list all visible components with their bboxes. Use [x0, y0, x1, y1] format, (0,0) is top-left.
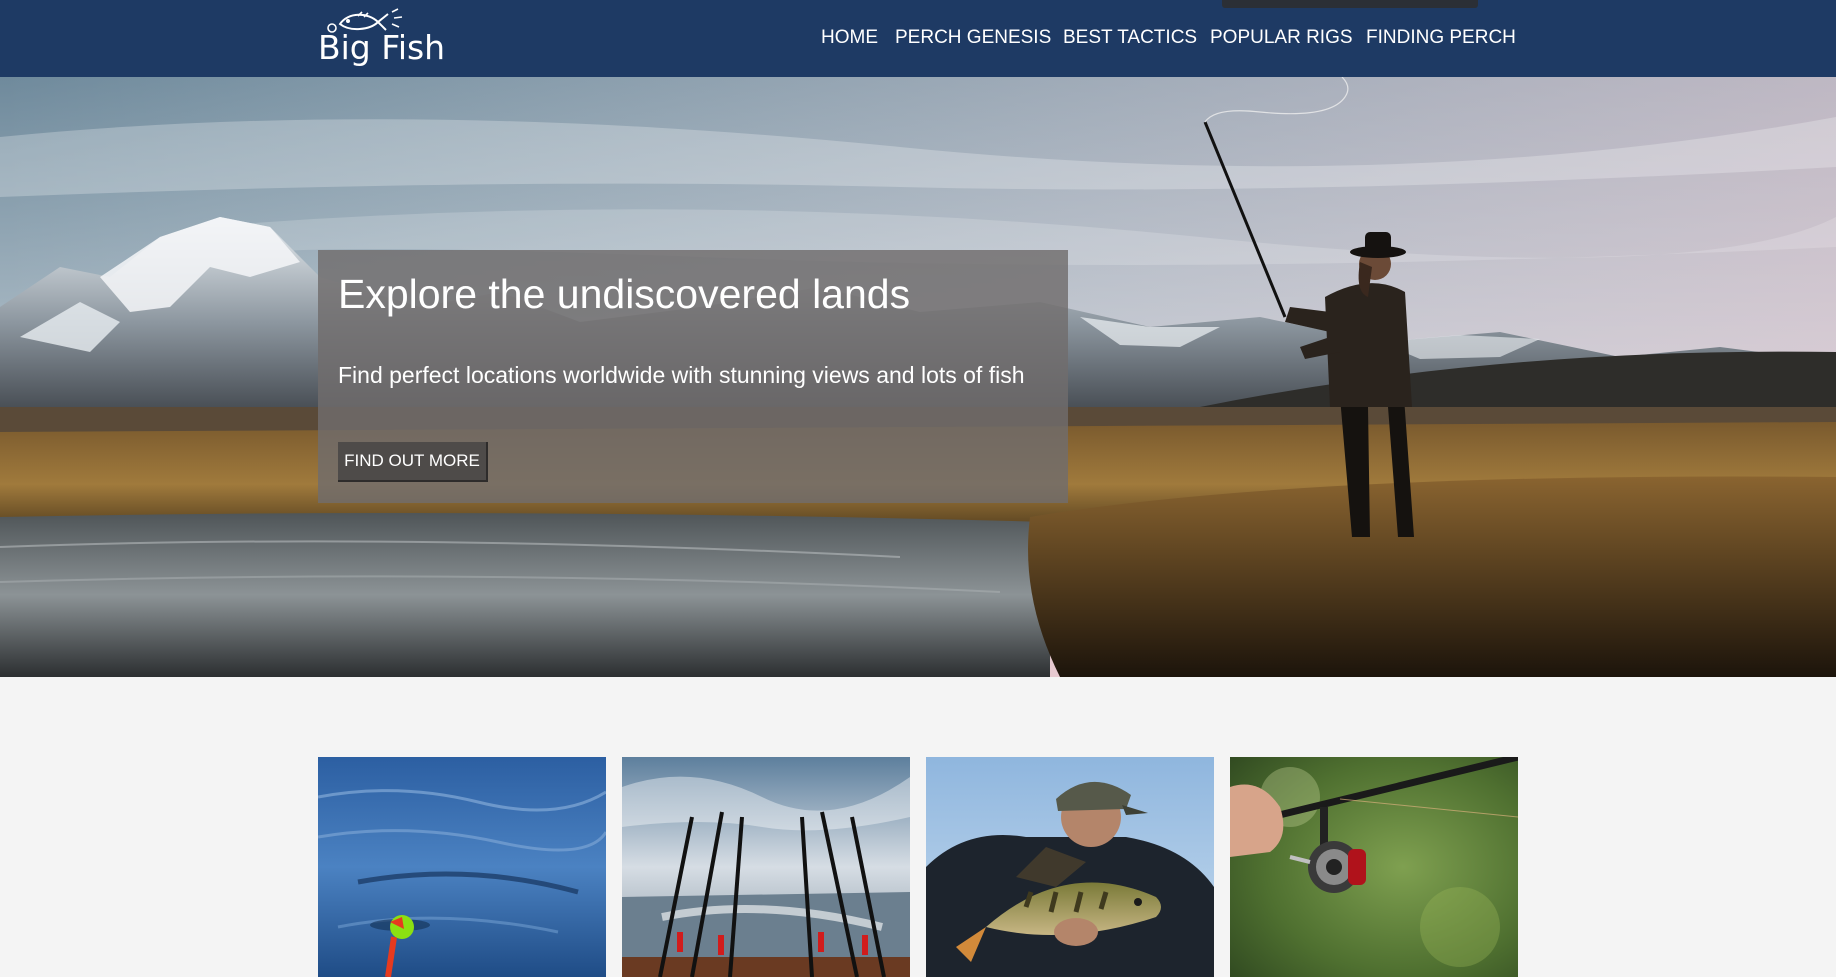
spinning-reel-and-rod-image — [1230, 757, 1518, 977]
hero-caption-box: Explore the undiscovered lands Find perf… — [318, 250, 1068, 503]
top-overlay-bar — [1222, 0, 1478, 8]
nav-item-perch-genesis[interactable]: PERCH GENESIS — [895, 27, 1051, 49]
find-out-more-button[interactable]: FIND OUT MORE — [338, 442, 488, 482]
card-angler[interactable] — [926, 757, 1214, 977]
card-reel[interactable] — [1230, 757, 1518, 977]
hero-title: Explore the undiscovered lands — [338, 271, 911, 317]
nav-item-popular-rigs[interactable]: POPULAR RIGS — [1210, 27, 1353, 49]
main-nav: HOME PERCH GENESIS BEST TACTICS POPULAR … — [0, 27, 1836, 49]
feature-cards — [318, 757, 1518, 977]
nav-item-finding-perch[interactable]: FINDING PERCH — [1366, 27, 1516, 49]
hero-banner: Explore the undiscovered lands Find perf… — [0, 77, 1836, 677]
hero-subtitle: Find perfect locations worldwide with st… — [338, 362, 1025, 388]
card-float[interactable] — [318, 757, 606, 977]
site-header: Big Fish HOME PERCH GENESIS BEST TACTICS… — [0, 0, 1836, 77]
nav-item-home[interactable]: HOME — [821, 27, 878, 49]
angler-holding-perch-image — [926, 757, 1214, 977]
fishing-rods-on-boat-image — [622, 757, 910, 977]
fishing-float-in-water-image — [318, 757, 606, 977]
nav-item-best-tactics[interactable]: BEST TACTICS — [1063, 27, 1197, 49]
card-rods[interactable] — [622, 757, 910, 977]
